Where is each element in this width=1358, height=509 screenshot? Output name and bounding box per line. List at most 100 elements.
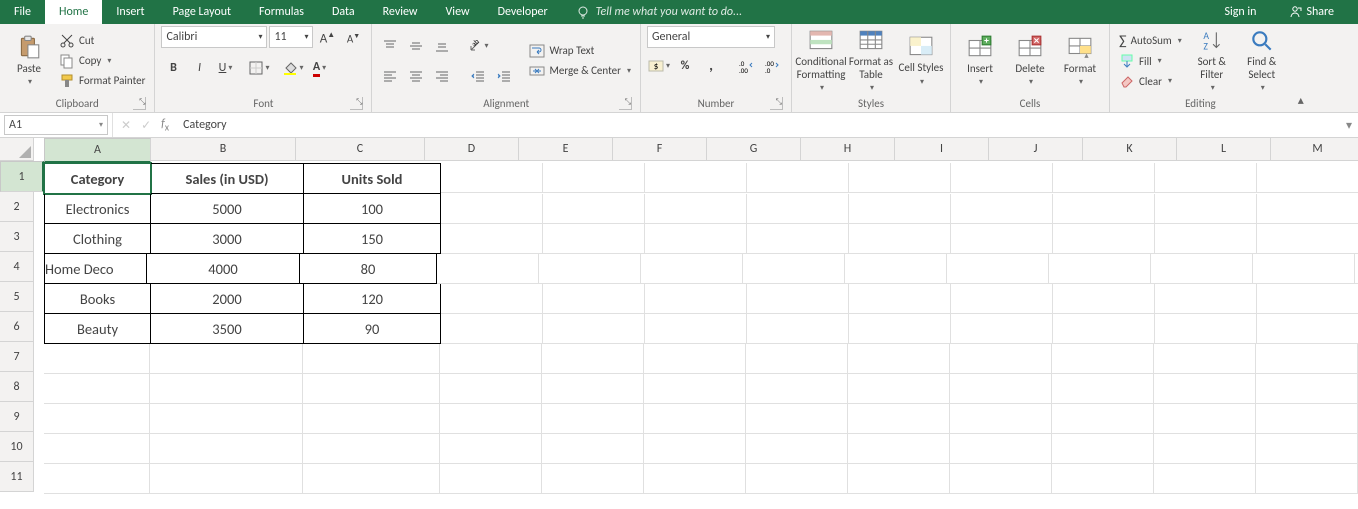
cell[interactable] bbox=[440, 434, 542, 464]
cell[interactable] bbox=[543, 314, 645, 344]
cell[interactable] bbox=[1053, 314, 1155, 344]
select-all-corner[interactable] bbox=[0, 138, 34, 161]
cell[interactable] bbox=[743, 254, 845, 284]
cell[interactable] bbox=[440, 374, 542, 404]
cell[interactable] bbox=[848, 344, 950, 374]
cell[interactable] bbox=[1052, 464, 1154, 494]
expand-formula-bar-button[interactable]: ▾ bbox=[1340, 118, 1358, 133]
underline-button[interactable]: U bbox=[213, 56, 237, 80]
font-dialog-launcher[interactable]: ⤡ bbox=[350, 97, 363, 110]
align-top-button[interactable] bbox=[378, 34, 402, 58]
cell[interactable] bbox=[1256, 404, 1358, 434]
fill-button[interactable]: Fill bbox=[1116, 52, 1185, 70]
row-header[interactable]: 10 bbox=[0, 432, 34, 462]
cell[interactable] bbox=[645, 163, 747, 193]
row-header[interactable]: 8 bbox=[0, 372, 34, 402]
cell[interactable] bbox=[747, 224, 849, 254]
row-header[interactable]: 4 bbox=[0, 252, 34, 282]
cell[interactable] bbox=[746, 464, 848, 494]
col-header[interactable]: C bbox=[296, 138, 425, 161]
cell[interactable] bbox=[644, 434, 746, 464]
cell[interactable] bbox=[845, 254, 947, 284]
cell[interactable]: Books bbox=[44, 284, 151, 314]
col-header[interactable]: F bbox=[613, 138, 707, 161]
cell[interactable] bbox=[44, 464, 150, 494]
paste-button[interactable]: Paste bbox=[6, 28, 52, 94]
merge-center-button[interactable]: Merge & Center bbox=[526, 62, 634, 80]
cell[interactable] bbox=[150, 404, 303, 434]
cell[interactable]: Category bbox=[44, 163, 151, 194]
cell[interactable] bbox=[1052, 374, 1154, 404]
cell[interactable] bbox=[542, 374, 644, 404]
cell[interactable] bbox=[441, 284, 543, 314]
row-header[interactable]: 3 bbox=[0, 222, 34, 252]
cell[interactable] bbox=[849, 224, 951, 254]
cell[interactable] bbox=[951, 194, 1053, 224]
copy-button[interactable]: Copy bbox=[56, 52, 148, 70]
cell[interactable] bbox=[1256, 434, 1358, 464]
cell[interactable]: Beauty bbox=[44, 314, 151, 344]
number-dialog-launcher[interactable]: ⤡ bbox=[770, 97, 783, 110]
cell[interactable] bbox=[848, 464, 950, 494]
cell[interactable] bbox=[1257, 284, 1358, 314]
cell[interactable] bbox=[1052, 344, 1154, 374]
cell[interactable] bbox=[1154, 344, 1256, 374]
font-name-select[interactable]: Calibri▾ bbox=[161, 26, 267, 48]
col-header[interactable]: L bbox=[1177, 138, 1271, 161]
share-button[interactable]: Share bbox=[1274, 5, 1348, 19]
cell[interactable] bbox=[849, 284, 951, 314]
name-box[interactable]: A1▾ bbox=[4, 115, 108, 135]
cell[interactable] bbox=[746, 404, 848, 434]
cell[interactable]: 100 bbox=[304, 194, 441, 224]
font-color-button[interactable]: A bbox=[307, 56, 331, 80]
cell[interactable]: 4000 bbox=[147, 254, 300, 284]
tab-data[interactable]: Data bbox=[318, 0, 369, 24]
cell[interactable]: Electronics bbox=[44, 194, 151, 224]
tab-view[interactable]: View bbox=[432, 0, 484, 24]
row-header[interactable]: 1 bbox=[0, 161, 44, 192]
cell[interactable] bbox=[1151, 254, 1253, 284]
format-as-table-button[interactable]: Format as Table bbox=[848, 28, 894, 94]
cell[interactable] bbox=[539, 254, 641, 284]
cell[interactable] bbox=[641, 254, 743, 284]
fill-color-button[interactable] bbox=[281, 56, 305, 80]
format-cells-button[interactable]: Format bbox=[1057, 28, 1103, 94]
cell[interactable] bbox=[543, 284, 645, 314]
cell[interactable] bbox=[1154, 374, 1256, 404]
sign-in-link[interactable]: Sign in bbox=[1210, 5, 1270, 19]
tab-formulas[interactable]: Formulas bbox=[245, 0, 318, 24]
cell[interactable] bbox=[848, 374, 950, 404]
cell[interactable] bbox=[1053, 163, 1155, 193]
tab-home[interactable]: Home bbox=[45, 0, 102, 24]
col-header[interactable]: G bbox=[707, 138, 801, 161]
cell[interactable] bbox=[849, 314, 951, 344]
cell[interactable] bbox=[1256, 464, 1358, 494]
increase-decimal-button[interactable]: .0.00 bbox=[735, 54, 759, 78]
cell[interactable] bbox=[542, 344, 644, 374]
cell[interactable] bbox=[303, 464, 440, 494]
cell[interactable]: Sales (in USD) bbox=[151, 163, 304, 194]
cell[interactable] bbox=[150, 344, 303, 374]
cell[interactable] bbox=[645, 284, 747, 314]
cell[interactable]: Units Sold bbox=[304, 163, 441, 194]
cell[interactable]: Clothing bbox=[44, 224, 151, 254]
cell[interactable] bbox=[303, 434, 440, 464]
cell[interactable] bbox=[746, 434, 848, 464]
col-header[interactable]: K bbox=[1083, 138, 1177, 161]
cell[interactable]: 90 bbox=[304, 314, 441, 344]
cell[interactable] bbox=[747, 194, 849, 224]
format-painter-button[interactable]: Format Painter bbox=[56, 72, 148, 90]
cell[interactable] bbox=[645, 194, 747, 224]
tab-file[interactable]: File bbox=[0, 0, 45, 24]
align-bottom-button[interactable] bbox=[430, 34, 454, 58]
cell[interactable] bbox=[950, 434, 1052, 464]
decrease-decimal-button[interactable]: .00.0 bbox=[761, 54, 785, 78]
cell[interactable] bbox=[441, 194, 543, 224]
col-header[interactable]: J bbox=[989, 138, 1083, 161]
cell[interactable] bbox=[848, 434, 950, 464]
wrap-text-button[interactable]: Wrap Text bbox=[526, 42, 634, 60]
cell[interactable] bbox=[1257, 194, 1358, 224]
align-left-button[interactable] bbox=[378, 64, 402, 88]
align-middle-button[interactable] bbox=[404, 34, 428, 58]
cell[interactable] bbox=[440, 344, 542, 374]
